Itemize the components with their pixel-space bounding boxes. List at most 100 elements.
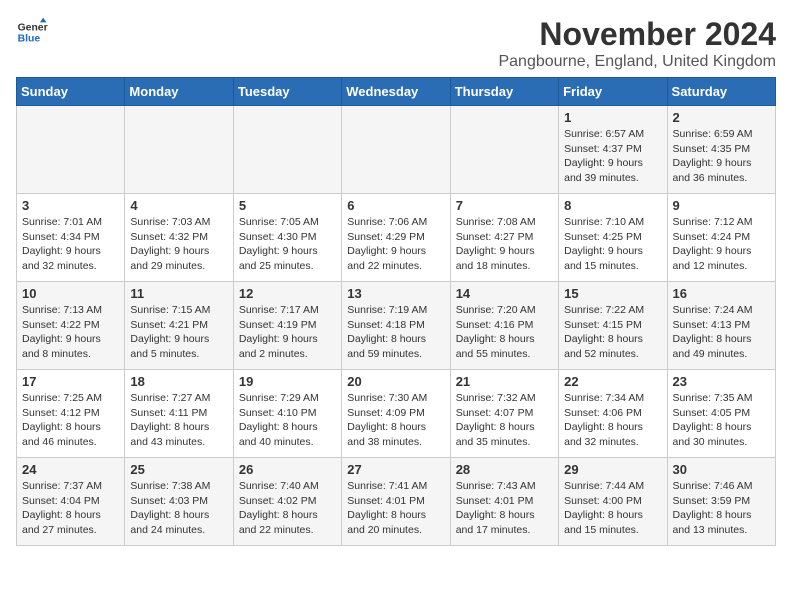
day-number: 7: [456, 198, 553, 213]
calendar-cell: 4 Sunrise: 7:03 AM Sunset: 4:32 PM Daylig…: [125, 194, 233, 282]
day-info: Sunrise: 7:40 AM Sunset: 4:02 PM Dayligh…: [239, 479, 336, 538]
day-info: Sunrise: 7:06 AM Sunset: 4:29 PM Dayligh…: [347, 215, 444, 274]
calendar-cell: [125, 106, 233, 194]
calendar-cell: 22Sunrise: 7:34 AM Sunset: 4:06 PM Dayli…: [559, 370, 667, 458]
calendar-cell: 20 Sunrise: 7:30 AM Sunset: 4:09 PM Dayli…: [342, 370, 450, 458]
week-row-3: 10 Sunrise: 7:13 AM Sunset: 4:22 PM Dayli…: [17, 282, 776, 370]
day-info: Sunrise: 7:13 AM Sunset: 4:22 PM Dayligh…: [22, 303, 119, 362]
day-info: Sunrise: 6:57 AM Sunset: 4:37 PM Dayligh…: [564, 127, 661, 186]
day-info: Sunrise: 7:01 AM Sunset: 4:34 PM Dayligh…: [22, 215, 119, 274]
calendar-cell: 10 Sunrise: 7:13 AM Sunset: 4:22 PM Dayli…: [17, 282, 125, 370]
week-row-4: 17 Sunrise: 7:25 AM Sunset: 4:12 PM Dayli…: [17, 370, 776, 458]
calendar-cell: 7 Sunrise: 7:08 AM Sunset: 4:27 PM Daylig…: [450, 194, 558, 282]
svg-text:General: General: [18, 22, 48, 33]
calendar-cell: 12 Sunrise: 7:17 AM Sunset: 4:19 PM Dayli…: [233, 282, 341, 370]
day-info: Sunrise: 6:59 AM Sunset: 4:35 PM Dayligh…: [673, 127, 770, 186]
calendar-cell: 23Sunrise: 7:35 AM Sunset: 4:05 PM Dayli…: [667, 370, 775, 458]
day-number: 23: [673, 374, 770, 389]
day-number: 26: [239, 462, 336, 477]
day-info: Sunrise: 7:10 AM Sunset: 4:25 PM Dayligh…: [564, 215, 661, 274]
day-number: 27: [347, 462, 444, 477]
day-number: 13: [347, 286, 444, 301]
calendar-cell: 30 Sunrise: 7:46 AM Sunset: 3:59 PM Dayli…: [667, 458, 775, 546]
day-info: Sunrise: 7:24 AM Sunset: 4:13 PM Dayligh…: [673, 303, 770, 362]
day-number: 8: [564, 198, 661, 213]
day-number: 6: [347, 198, 444, 213]
calendar-cell: 6 Sunrise: 7:06 AM Sunset: 4:29 PM Daylig…: [342, 194, 450, 282]
day-number: 22: [564, 374, 661, 389]
day-number: 30: [673, 462, 770, 477]
day-number: 15: [564, 286, 661, 301]
day-number: 18: [130, 374, 227, 389]
day-number: 24: [22, 462, 119, 477]
calendar-cell: 8 Sunrise: 7:10 AM Sunset: 4:25 PM Daylig…: [559, 194, 667, 282]
calendar-cell: 29 Sunrise: 7:44 AM Sunset: 4:00 PM Dayli…: [559, 458, 667, 546]
day-info: Sunrise: 7:03 AM Sunset: 4:32 PM Dayligh…: [130, 215, 227, 274]
day-info: Sunrise: 7:38 AM Sunset: 4:03 PM Dayligh…: [130, 479, 227, 538]
day-number: 20: [347, 374, 444, 389]
calendar-cell: 24 Sunrise: 7:37 AM Sunset: 4:04 PM Dayli…: [17, 458, 125, 546]
day-number: 9: [673, 198, 770, 213]
calendar-cell: 14 Sunrise: 7:20 AM Sunset: 4:16 PM Dayli…: [450, 282, 558, 370]
day-number: 25: [130, 462, 227, 477]
calendar-cell: 25 Sunrise: 7:38 AM Sunset: 4:03 PM Dayli…: [125, 458, 233, 546]
calendar-cell: 15 Sunrise: 7:22 AM Sunset: 4:15 PM Dayli…: [559, 282, 667, 370]
week-row-2: 3 Sunrise: 7:01 AM Sunset: 4:34 PM Daylig…: [17, 194, 776, 282]
week-row-1: 1 Sunrise: 6:57 AM Sunset: 4:37 PM Daylig…: [17, 106, 776, 194]
day-info: Sunrise: 7:15 AM Sunset: 4:21 PM Dayligh…: [130, 303, 227, 362]
week-row-5: 24 Sunrise: 7:37 AM Sunset: 4:04 PM Dayli…: [17, 458, 776, 546]
calendar-cell: 2 Sunrise: 6:59 AM Sunset: 4:35 PM Daylig…: [667, 106, 775, 194]
day-info: Sunrise: 7:22 AM Sunset: 4:15 PM Dayligh…: [564, 303, 661, 362]
day-number: 21: [456, 374, 553, 389]
title-area: November 2024 Pangbourne, England, Unite…: [498, 16, 776, 71]
logo: General Blue: [16, 16, 48, 48]
day-info: Sunrise: 7:44 AM Sunset: 4:00 PM Dayligh…: [564, 479, 661, 538]
day-number: 16: [673, 286, 770, 301]
calendar-cell: 1 Sunrise: 6:57 AM Sunset: 4:37 PM Daylig…: [559, 106, 667, 194]
day-number: 17: [22, 374, 119, 389]
calendar-cell: [17, 106, 125, 194]
day-info: Sunrise: 7:30 AM Sunset: 4:09 PM Dayligh…: [347, 391, 444, 450]
header-saturday: Saturday: [667, 78, 775, 106]
calendar-cell: 5Sunrise: 7:05 AM Sunset: 4:30 PM Daylig…: [233, 194, 341, 282]
calendar-cell: 16 Sunrise: 7:24 AM Sunset: 4:13 PM Dayli…: [667, 282, 775, 370]
calendar-cell: 26 Sunrise: 7:40 AM Sunset: 4:02 PM Dayli…: [233, 458, 341, 546]
day-info: Sunrise: 7:27 AM Sunset: 4:11 PM Dayligh…: [130, 391, 227, 450]
day-number: 3: [22, 198, 119, 213]
day-number: 14: [456, 286, 553, 301]
day-number: 11: [130, 286, 227, 301]
day-number: 2: [673, 110, 770, 125]
day-info: Sunrise: 7:37 AM Sunset: 4:04 PM Dayligh…: [22, 479, 119, 538]
day-info: Sunrise: 7:08 AM Sunset: 4:27 PM Dayligh…: [456, 215, 553, 274]
calendar-cell: 27 Sunrise: 7:41 AM Sunset: 4:01 PM Dayli…: [342, 458, 450, 546]
day-info: Sunrise: 7:05 AM Sunset: 4:30 PM Dayligh…: [239, 215, 336, 274]
day-info: Sunrise: 7:25 AM Sunset: 4:12 PM Dayligh…: [22, 391, 119, 450]
header-wednesday: Wednesday: [342, 78, 450, 106]
calendar-cell: [450, 106, 558, 194]
logo-icon: General Blue: [16, 16, 48, 48]
day-info: Sunrise: 7:32 AM Sunset: 4:07 PM Dayligh…: [456, 391, 553, 450]
day-number: 28: [456, 462, 553, 477]
day-number: 29: [564, 462, 661, 477]
day-number: 10: [22, 286, 119, 301]
calendar-cell: 17 Sunrise: 7:25 AM Sunset: 4:12 PM Dayli…: [17, 370, 125, 458]
day-number: 12: [239, 286, 336, 301]
day-info: Sunrise: 7:43 AM Sunset: 4:01 PM Dayligh…: [456, 479, 553, 538]
header-thursday: Thursday: [450, 78, 558, 106]
day-info: Sunrise: 7:20 AM Sunset: 4:16 PM Dayligh…: [456, 303, 553, 362]
weekday-header-row: SundayMondayTuesdayWednesdayThursdayFrid…: [17, 78, 776, 106]
calendar-cell: 19Sunrise: 7:29 AM Sunset: 4:10 PM Dayli…: [233, 370, 341, 458]
calendar-cell: 13Sunrise: 7:19 AM Sunset: 4:18 PM Dayli…: [342, 282, 450, 370]
svg-text:Blue: Blue: [18, 34, 41, 45]
calendar-cell: [342, 106, 450, 194]
calendar-cell: [233, 106, 341, 194]
calendar-cell: 21 Sunrise: 7:32 AM Sunset: 4:07 PM Dayli…: [450, 370, 558, 458]
page-header: General Blue November 2024 Pangbourne, E…: [16, 16, 776, 71]
day-number: 1: [564, 110, 661, 125]
day-number: 4: [130, 198, 227, 213]
day-info: Sunrise: 7:41 AM Sunset: 4:01 PM Dayligh…: [347, 479, 444, 538]
day-info: Sunrise: 7:17 AM Sunset: 4:19 PM Dayligh…: [239, 303, 336, 362]
day-info: Sunrise: 7:46 AM Sunset: 3:59 PM Dayligh…: [673, 479, 770, 538]
calendar-cell: 11 Sunrise: 7:15 AM Sunset: 4:21 PM Dayli…: [125, 282, 233, 370]
calendar-cell: 9Sunrise: 7:12 AM Sunset: 4:24 PM Daylig…: [667, 194, 775, 282]
